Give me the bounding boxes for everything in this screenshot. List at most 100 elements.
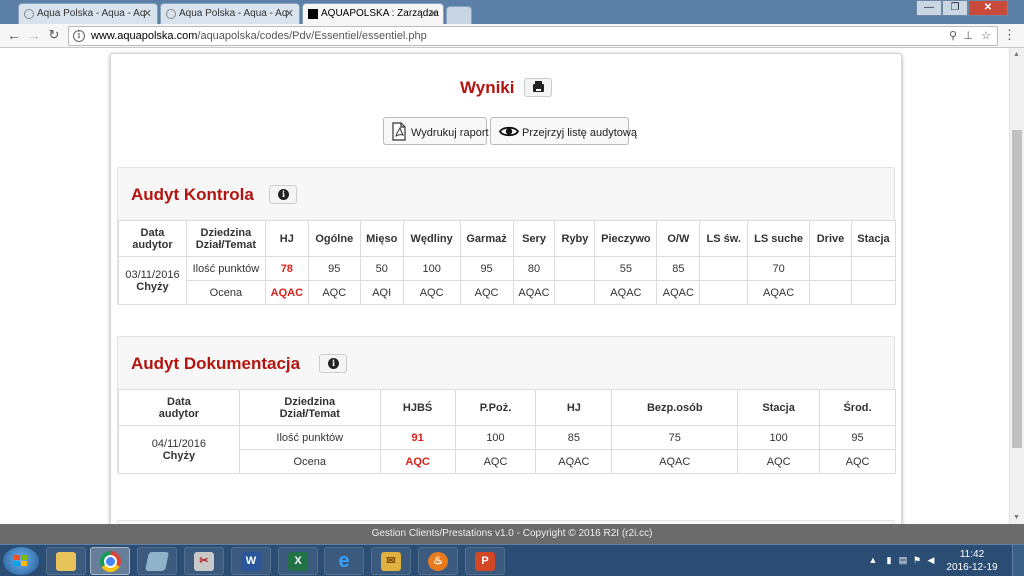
menu-icon[interactable]: ⋮ [1003,28,1016,42]
clock[interactable]: 11:42 2016-12-19 [942,548,1002,574]
browser-toolbar: ← → ↻ i www.aquapolska.com/aquapolska/co… [0,24,1024,48]
print-report-button[interactable]: Wydrukuj raport [383,117,489,145]
taskbar-chrome[interactable] [90,547,130,575]
rating-cell: AQAC [594,280,658,305]
header-domain: Dziedzina Dział/Temat [185,220,266,257]
score-cell: 85 [535,425,613,450]
browser-tab-title: Aqua Polska - Aqua - Aq [179,8,288,19]
pin-icon[interactable]: ⊥ [963,29,973,42]
page-icon [24,9,34,19]
network-icon[interactable]: ▤ [898,555,908,565]
zoom-icon[interactable]: ⚲ [949,29,957,42]
taskbar-excel[interactable]: X [278,547,318,575]
print-button[interactable] [524,78,552,97]
taskbar-app[interactable]: ✂ [184,547,224,575]
snipping-tool-icon: ✂ [194,552,214,571]
table-header-row: Data audytor Dziedzina Dział/Temat HJBŚ P.… [118,389,896,426]
info-button[interactable]: i [319,354,347,373]
flag-icon[interactable]: ⚑ [912,555,922,565]
rating-cell: AQC [454,449,537,474]
column-header: Drive [809,220,852,257]
column-header: Bezp.osób [611,389,739,426]
windows-logo-icon [14,555,28,567]
folder-icon [56,552,76,571]
clock-date: 2016-12-19 [946,562,998,573]
volume-icon[interactable]: ◀ [926,555,936,565]
column-header: O/W [656,220,701,257]
table-row: 04/11/2016 Chyży Ilość punktów 91 100 85 … [118,425,896,474]
score-cell: 91 [379,425,456,450]
browser-tab-title: Aqua Polska - Aqua - Aq [37,8,146,19]
taskbar-ie[interactable]: e [324,547,364,575]
rating-cell: AQAC [535,449,613,474]
start-button[interactable] [3,547,39,575]
column-header: Sery [512,220,556,257]
column-header: HJ [264,220,309,257]
close-icon[interactable]: ✕ [429,7,438,20]
taskbar-word[interactable]: W [231,547,271,575]
close-window-icon[interactable]: ✕ [968,0,1008,16]
forward-icon[interactable]: → [26,27,42,43]
app-icon: ♨ [428,552,448,571]
close-icon[interactable]: ✕ [143,7,152,20]
browser-tab-1[interactable]: Aqua Polska - Aqua - Aq ✕ [18,3,158,24]
header-date: Data audytor [118,220,187,257]
show-desktop-button[interactable] [1012,545,1024,576]
tray-app-icon[interactable]: ▮ [884,555,894,565]
address-bar[interactable]: i www.aquapolska.com/aquapolska/codes/Pd… [68,26,998,46]
scrollbar-thumb[interactable] [1012,130,1022,448]
column-header: Pieczywo [594,220,658,257]
score-cell [809,256,852,281]
back-icon[interactable]: ← [6,27,22,43]
score-cell: 85 [656,256,701,281]
view-audit-list-label: Przejrzyj listę audytową [522,127,637,139]
score-cell [554,256,596,281]
taskbar-app[interactable] [137,547,177,575]
rating-cell: AQC [737,449,821,474]
browser-tab-2[interactable]: Aqua Polska - Aqua - Aq ✕ [160,3,300,24]
reload-icon[interactable]: ↻ [46,27,62,43]
view-audit-list-button[interactable]: Przejrzyj listę audytową [490,117,637,145]
scroll-down-icon[interactable]: ▼ [1013,514,1020,521]
score-cell: 50 [359,256,404,281]
info-icon: i [278,189,289,200]
header-date: Data audytor [118,389,240,426]
taskbar-app[interactable]: ♨ [418,547,458,575]
taskbar-outlook[interactable]: ✉ [371,547,411,575]
score-cell [699,256,749,281]
audit-dokumentacja-table: Data audytor Dziedzina Dział/Temat HJBŚ P.… [118,389,896,474]
info-icon[interactable]: i [73,30,85,42]
rating-cell: AQC [307,280,361,305]
page-footer: Gestion Clients/Prestations v1.0 - Copyr… [0,524,1024,544]
minimize-icon[interactable]: — [916,0,942,16]
close-icon[interactable]: ✕ [285,7,294,20]
browser-tab-3[interactable]: AQUAPOLSKA : Zarządza ✕ [302,3,444,24]
audit-dokumentacja-section: Audyt Dokumentacja i Data audytor Dziedzi… [117,336,896,474]
info-button[interactable]: i [269,185,297,204]
maximize-icon[interactable]: ❐ [942,0,968,16]
taskbar-app[interactable]: P [465,547,505,575]
column-header: HJ [535,389,613,426]
tray-expand-icon[interactable]: ▲ [868,555,878,565]
column-header: Mięso [359,220,404,257]
page-viewport: Wyniki Wydrukuj raport Przejrzyj listę a… [0,48,1009,524]
score-cell: 80 [512,256,556,281]
score-cell: 95 [819,425,896,450]
page-scrollbar[interactable]: ▲ ▼ [1009,48,1024,524]
results-panel: Wyniki Wydrukuj raport Przejrzyj listę a… [110,53,902,524]
taskbar-explorer[interactable] [46,547,86,575]
scroll-up-icon[interactable]: ▲ [1013,51,1020,58]
bookmark-star-icon[interactable]: ☆ [981,29,991,42]
header-domain: Dziedzina Dział/Temat [238,389,381,426]
rating-cell [809,280,852,305]
info-icon: i [328,358,339,369]
rating-cell: AQI [359,280,404,305]
rating-cell: AQC [379,449,456,474]
page-icon [166,9,176,19]
url-text: www.aquapolska.com/aquapolska/codes/Pdv/… [91,30,427,42]
column-header: Stacja [737,389,821,426]
mail-icon: ✉ [381,552,401,571]
tab-strip: Aqua Polska - Aqua - Aq ✕ Aqua Polska - … [0,0,1024,24]
score-cell: 75 [611,425,739,450]
new-tab-button[interactable] [446,6,472,24]
